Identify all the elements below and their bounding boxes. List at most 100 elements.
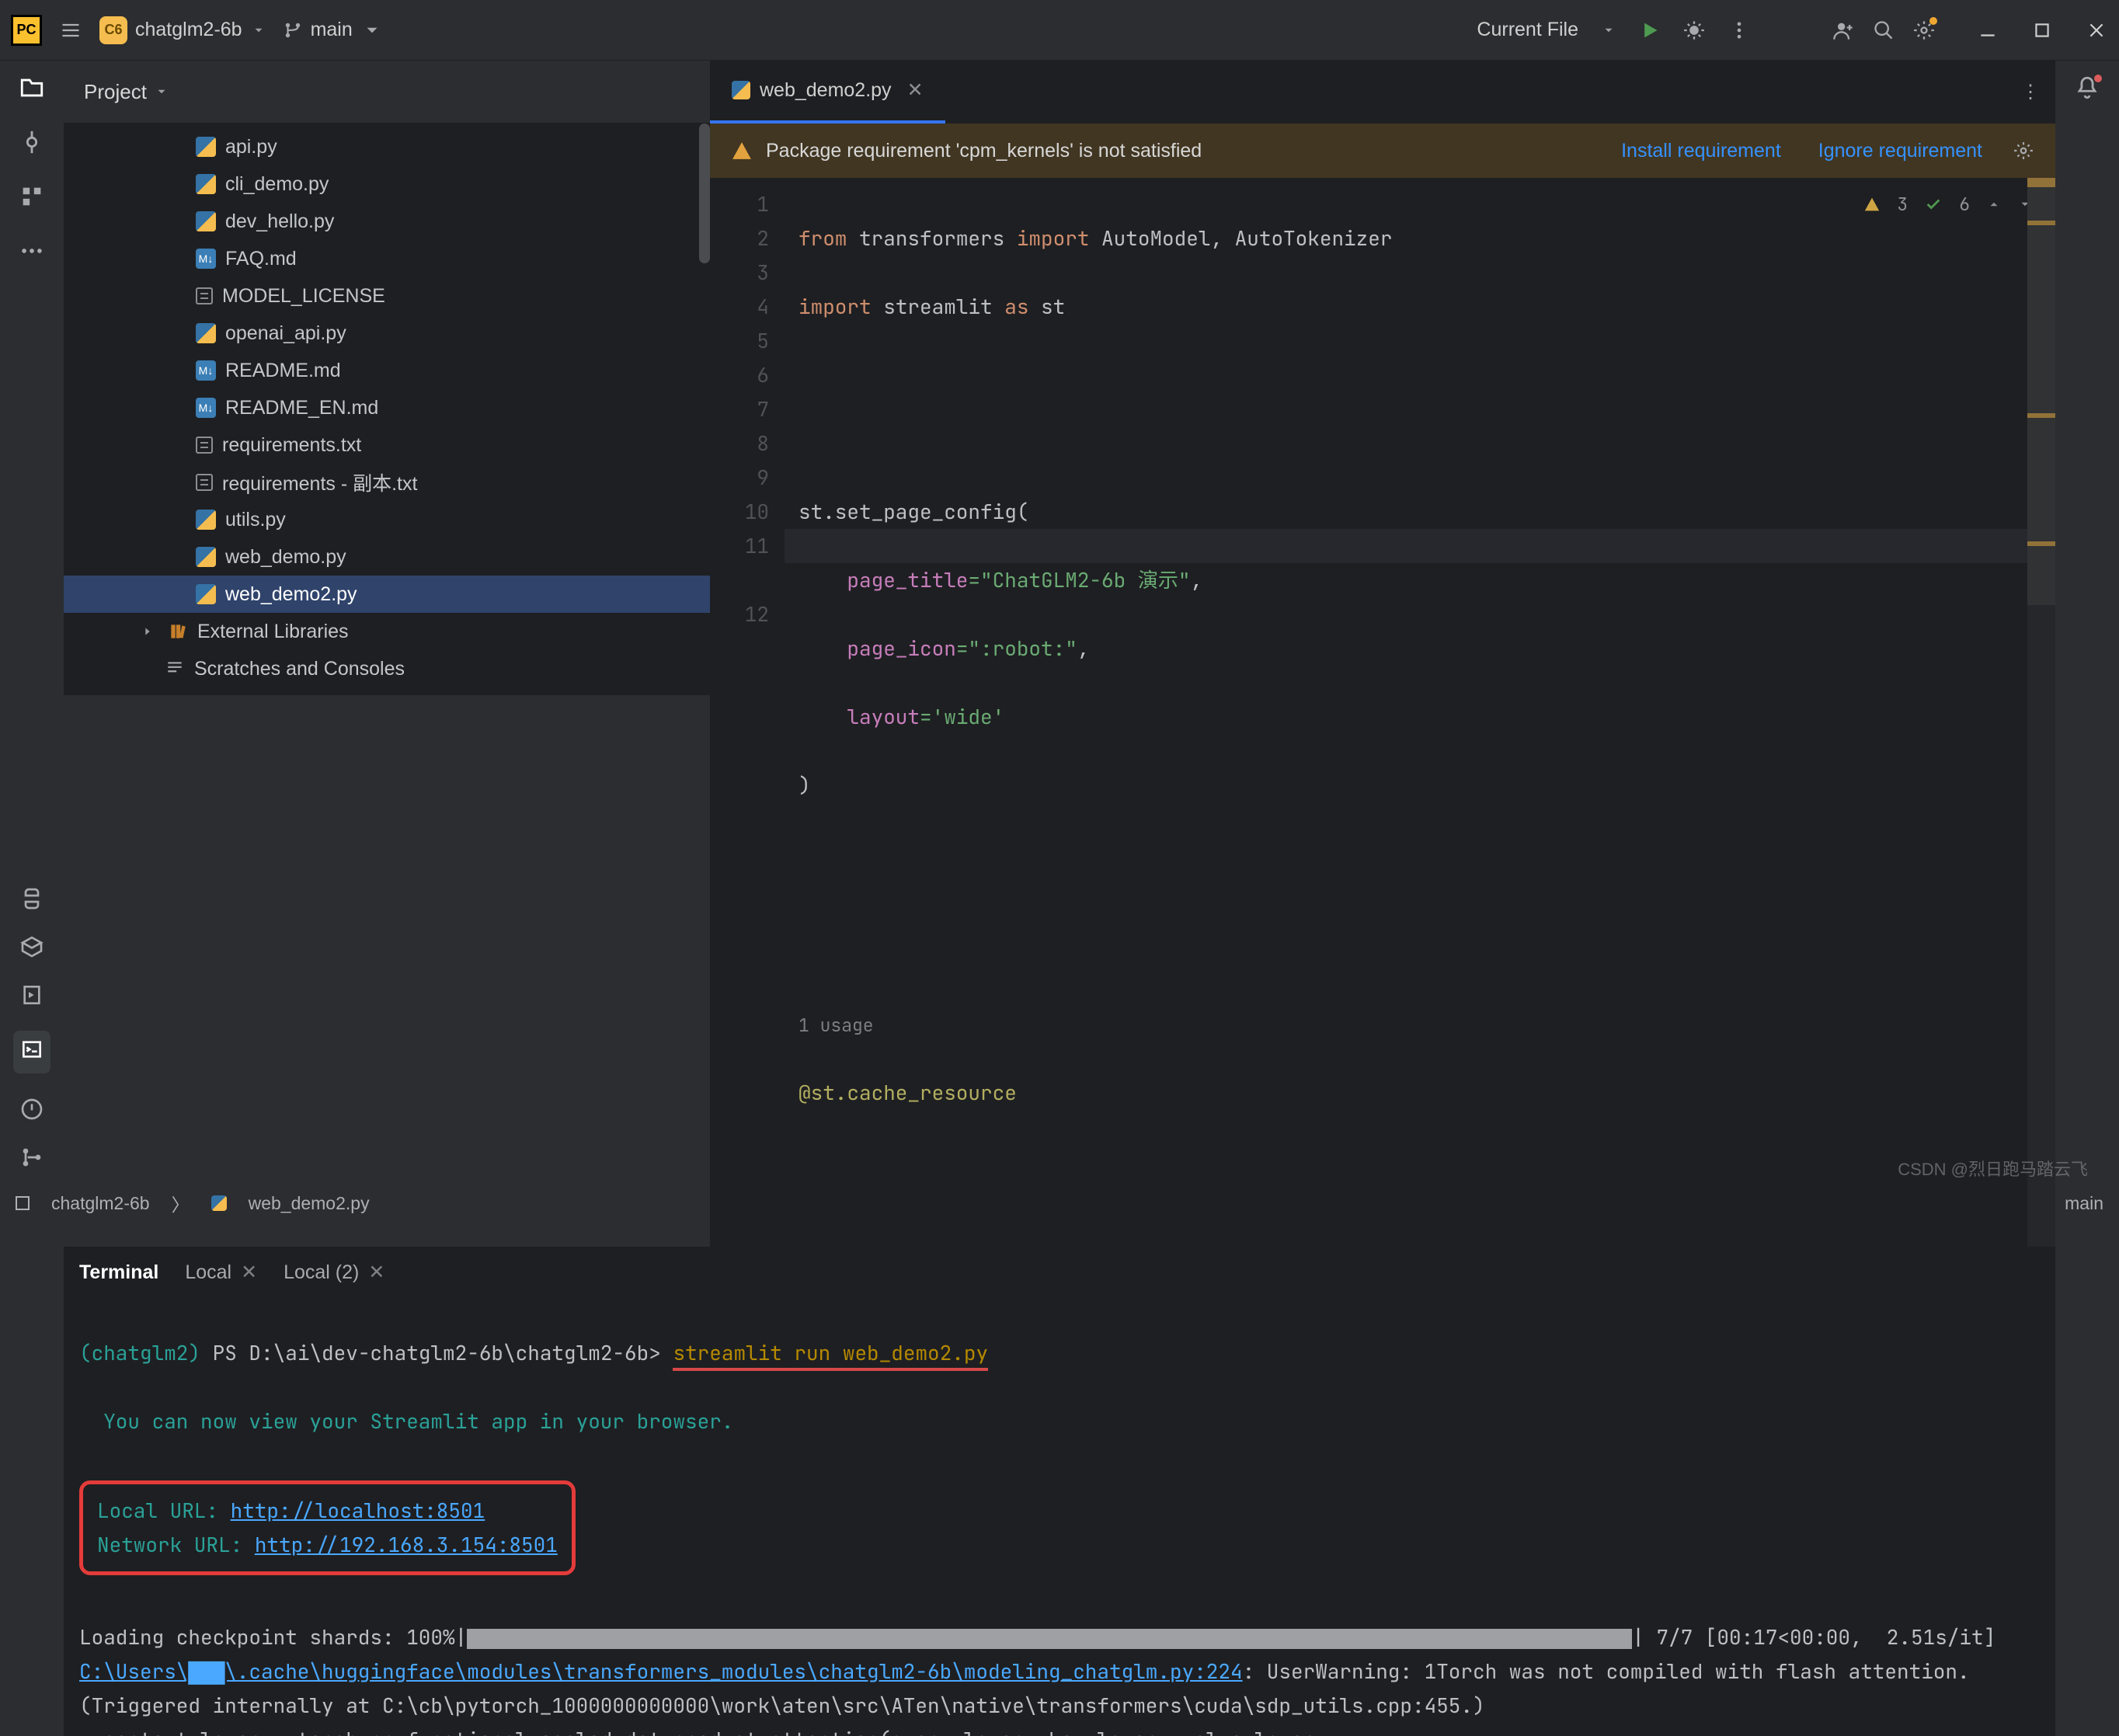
status-branch[interactable]: main bbox=[2065, 1193, 2103, 1214]
warning-message: Package requirement 'cpm_kernels' is not… bbox=[766, 140, 1584, 162]
code-text[interactable]: from transformers import AutoModel, Auto… bbox=[785, 178, 2055, 1247]
terminal-panel: Terminal Local✕ Local (2)✕ (chatglm2) PS… bbox=[64, 1247, 2055, 1736]
hamburger-menu-button[interactable] bbox=[59, 19, 82, 42]
terminal-output[interactable]: (chatglm2) PS D:\ai\dev-chatglm2-6b\chat… bbox=[64, 1297, 2055, 1736]
editor: Package requirement 'cpm_kernels' is not… bbox=[710, 124, 2055, 1247]
text-file-icon bbox=[196, 437, 213, 454]
markdown-file-icon bbox=[196, 249, 216, 269]
file-item: requirements - 副本.txt bbox=[64, 464, 710, 501]
search-button[interactable] bbox=[1872, 19, 1895, 42]
titlebar: PC C6 chatglm2-6b main Current File bbox=[0, 0, 2119, 61]
python-file-icon bbox=[196, 547, 216, 567]
text-file-icon bbox=[196, 474, 213, 491]
file-item: openai_api.py bbox=[64, 315, 710, 352]
terminal-session-tab[interactable]: Local✕ bbox=[185, 1261, 257, 1284]
gear-icon[interactable] bbox=[2013, 141, 2034, 161]
file-tree[interactable]: api.py cli_demo.py dev_hello.py FAQ.md M… bbox=[64, 124, 710, 695]
more-tools-icon[interactable] bbox=[19, 238, 45, 264]
close-tab-button[interactable]: ✕ bbox=[907, 78, 924, 102]
close-icon[interactable]: ✕ bbox=[368, 1261, 384, 1284]
file-item: requirements.txt bbox=[64, 426, 710, 464]
terminal-main-tab[interactable]: Terminal bbox=[79, 1261, 158, 1284]
file-item: utils.py bbox=[64, 501, 710, 538]
terminal-session-tab[interactable]: Local (2)✕ bbox=[284, 1261, 384, 1284]
chevron-down-icon bbox=[362, 20, 382, 40]
right-tool-strip bbox=[2055, 61, 2119, 1736]
local-url-link[interactable]: http://localhost:8501 bbox=[231, 1497, 485, 1524]
project-tool-icon[interactable] bbox=[19, 75, 45, 101]
left-bottom-tool-strip bbox=[0, 886, 64, 1184]
chevron-down-icon bbox=[252, 23, 266, 37]
check-icon bbox=[1925, 196, 1942, 213]
library-icon bbox=[168, 621, 188, 642]
text-file-icon bbox=[196, 287, 213, 304]
package-warning-bar: Package requirement 'cpm_kernels' is not… bbox=[710, 124, 2055, 178]
status-file[interactable]: web_demo2.py bbox=[249, 1193, 370, 1214]
python-file-icon bbox=[196, 137, 216, 157]
problems-icon[interactable] bbox=[19, 1097, 44, 1122]
branch-selector[interactable]: main bbox=[283, 19, 382, 41]
structure-tool-icon[interactable] bbox=[19, 183, 45, 210]
notification-badge-icon bbox=[2094, 75, 2102, 82]
project-selector[interactable]: C6 chatglm2-6b bbox=[99, 16, 266, 44]
commit-tool-icon[interactable] bbox=[19, 129, 45, 155]
file-item: web_demo.py bbox=[64, 538, 710, 576]
ignore-requirement-link[interactable]: Ignore requirement bbox=[1818, 140, 1982, 162]
services-icon[interactable] bbox=[19, 983, 44, 1007]
editor-tab[interactable]: web_demo2.py ✕ bbox=[710, 61, 945, 124]
scratches-item[interactable]: Scratches and Consoles bbox=[64, 650, 710, 687]
code-area[interactable]: 123456789101112 from transformers import… bbox=[710, 178, 2055, 1247]
git-branch-icon bbox=[283, 20, 303, 40]
install-requirement-link[interactable]: Install requirement bbox=[1621, 140, 1781, 162]
warning-path-link[interactable]: C:\Users\▇▇▇\.cache\huggingface\modules\… bbox=[79, 1658, 1243, 1685]
packages-icon[interactable] bbox=[19, 934, 44, 959]
python-console-icon[interactable] bbox=[19, 886, 44, 911]
gutter: 123456789101112 bbox=[710, 178, 785, 1247]
python-file-icon bbox=[196, 174, 216, 194]
warning-icon bbox=[1864, 197, 1880, 212]
run-config-selector[interactable]: Current File bbox=[1477, 19, 1578, 41]
close-icon[interactable]: ✕ bbox=[241, 1261, 257, 1284]
window-minimize-button[interactable] bbox=[1976, 19, 1999, 42]
more-actions-button[interactable] bbox=[1728, 19, 1751, 42]
project-panel-header: Project bbox=[64, 61, 710, 124]
external-libraries-item[interactable]: External Libraries bbox=[64, 613, 710, 650]
settings-button[interactable] bbox=[1912, 19, 1936, 42]
project-chip-icon: C6 bbox=[99, 16, 127, 44]
inspection-widget[interactable]: 3 6 bbox=[1864, 187, 2032, 221]
version-control-icon[interactable] bbox=[19, 1145, 44, 1170]
run-button[interactable] bbox=[1637, 19, 1661, 42]
scratches-icon bbox=[165, 659, 185, 679]
warning-icon bbox=[732, 141, 752, 161]
chevron-down-icon bbox=[155, 85, 169, 99]
python-file-icon bbox=[196, 510, 216, 530]
chevron-up-icon[interactable] bbox=[1987, 197, 2001, 211]
debug-button[interactable] bbox=[1682, 19, 1706, 42]
code-with-me-button[interactable] bbox=[1832, 19, 1855, 42]
file-item: api.py bbox=[64, 128, 710, 165]
python-file-icon bbox=[732, 81, 750, 99]
file-item-selected: web_demo2.py bbox=[64, 576, 710, 613]
ide-logo-icon: PC bbox=[11, 15, 42, 46]
file-item: README.md bbox=[64, 352, 710, 389]
file-item: dev_hello.py bbox=[64, 203, 710, 240]
branch-name-label: main bbox=[311, 19, 353, 41]
python-file-icon bbox=[196, 323, 216, 343]
notifications-button[interactable] bbox=[2074, 75, 2100, 106]
markdown-file-icon bbox=[196, 360, 216, 381]
python-file-icon bbox=[211, 1195, 227, 1211]
editor-tab-bar: web_demo2.py ✕ ⋮ bbox=[710, 61, 2055, 124]
window-maximize-button[interactable] bbox=[2030, 19, 2054, 42]
network-url-link[interactable]: http://192.168.3.154:8501 bbox=[255, 1531, 558, 1558]
editor-tab-label: web_demo2.py bbox=[760, 79, 892, 102]
file-item: cli_demo.py bbox=[64, 165, 710, 203]
editor-more-icon[interactable]: ⋮ bbox=[2021, 81, 2040, 103]
terminal-tool-button[interactable] bbox=[13, 1031, 50, 1073]
module-icon bbox=[16, 1196, 30, 1210]
file-item: README_EN.md bbox=[64, 389, 710, 426]
status-project[interactable]: chatglm2-6b bbox=[51, 1193, 150, 1214]
workspace: Project api.py cli_demo.py dev_hello.py … bbox=[0, 61, 2119, 1184]
window-close-button[interactable] bbox=[2085, 19, 2108, 42]
file-item: FAQ.md bbox=[64, 240, 710, 277]
markdown-file-icon bbox=[196, 398, 216, 418]
